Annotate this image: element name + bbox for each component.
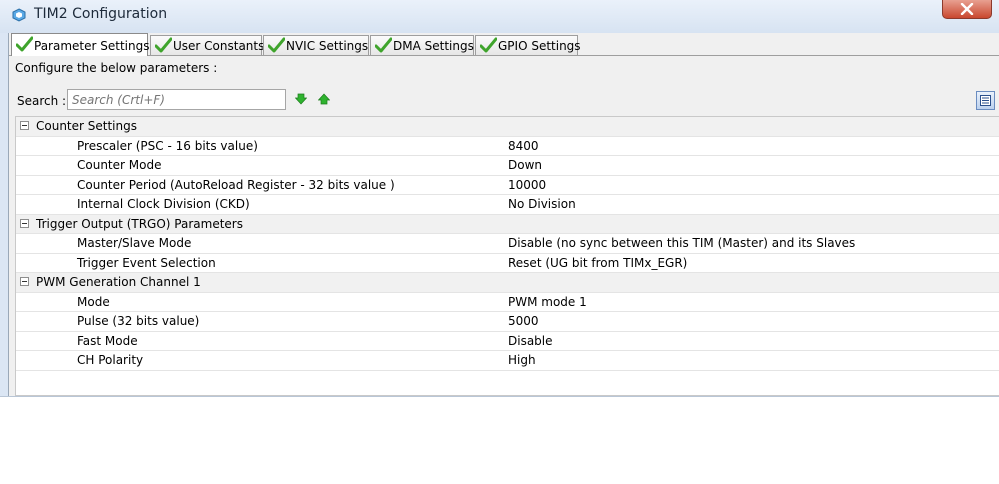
tab-label: GPIO Settings bbox=[498, 39, 581, 53]
tab-user-constants[interactable]: User Constants bbox=[150, 35, 265, 55]
gear-cube-icon bbox=[12, 8, 26, 22]
parameter-name: Counter Period (AutoReload Register - 32… bbox=[77, 177, 395, 192]
parameter-value[interactable]: 10000 bbox=[508, 178, 546, 192]
parameter-name: Fast Mode bbox=[77, 333, 138, 348]
close-button[interactable] bbox=[942, 0, 992, 19]
parameter-name: Pulse (32 bits value) bbox=[77, 314, 200, 328]
group-row[interactable]: Counter Settings bbox=[16, 117, 999, 137]
parameter-row[interactable]: Fast Mode Disable bbox=[16, 332, 999, 351]
tab-label: Parameter Settings bbox=[34, 39, 150, 53]
parameter-row[interactable]: Pulse (32 bits value) 5000 bbox=[16, 312, 999, 332]
parameter-value[interactable]: High bbox=[508, 353, 536, 367]
close-icon bbox=[960, 3, 974, 15]
search-input[interactable] bbox=[67, 89, 286, 110]
parameter-value[interactable]: Disable (no sync between this TIM (Maste… bbox=[508, 236, 855, 250]
parameter-name: Mode bbox=[77, 294, 110, 309]
tab-label: DMA Settings bbox=[393, 39, 474, 53]
parameter-name: Internal Clock Division (CKD) bbox=[77, 197, 250, 211]
parameter-tree: Counter Settings Prescaler (PSC - 16 bits… bbox=[15, 116, 999, 396]
parameter-row[interactable]: Prescaler (PSC - 16 bits value) 8400 bbox=[16, 137, 999, 156]
parameter-value[interactable]: No Division bbox=[508, 197, 576, 211]
group-label: Trigger Output (TRGO) Parameters bbox=[36, 216, 243, 231]
parameter-value[interactable]: Disable bbox=[508, 334, 553, 348]
parameter-value[interactable]: Down bbox=[508, 158, 542, 172]
toggle-view-button[interactable] bbox=[976, 91, 995, 110]
search-label: Search : bbox=[17, 94, 67, 108]
group-row[interactable]: PWM Generation Channel 1 bbox=[16, 273, 999, 293]
parameter-row[interactable]: Counter Period (AutoReload Register - 32… bbox=[16, 176, 999, 195]
tab-dma-settings[interactable]: DMA Settings bbox=[370, 35, 474, 55]
group-row[interactable]: Trigger Output (TRGO) Parameters bbox=[16, 214, 999, 234]
parameter-row[interactable]: Mode PWM mode 1 bbox=[16, 293, 999, 312]
tab-nvic-settings[interactable]: NVIC Settings bbox=[263, 35, 369, 55]
collapse-icon[interactable] bbox=[20, 277, 29, 286]
parameter-name: Trigger Event Selection bbox=[77, 255, 216, 270]
search-next-arrow-icon[interactable] bbox=[295, 93, 307, 105]
checkmark-icon bbox=[375, 37, 392, 53]
parameter-settings-panel: Configure the below parameters : Search … bbox=[9, 56, 999, 396]
tab-label: User Constants bbox=[173, 39, 265, 53]
parameter-name: Master/Slave Mode bbox=[77, 236, 192, 250]
collapse-icon[interactable] bbox=[20, 218, 29, 228]
parameter-name: Counter Mode bbox=[77, 158, 162, 172]
tab-parameter-settings[interactable]: Parameter Settings bbox=[11, 33, 150, 56]
list-view-icon bbox=[980, 95, 991, 106]
parameter-name: Prescaler (PSC - 16 bits value) bbox=[77, 138, 258, 153]
configure-instructions: Configure the below parameters : bbox=[15, 61, 218, 75]
parameter-value[interactable]: 8400 bbox=[508, 139, 539, 153]
tab-gpio-settings[interactable]: GPIO Settings bbox=[475, 35, 581, 55]
parameter-row[interactable]: Internal Clock Division (CKD) No Division bbox=[16, 195, 999, 215]
checkmark-icon bbox=[480, 37, 497, 53]
checkmark-icon bbox=[268, 37, 285, 53]
collapse-icon[interactable] bbox=[20, 121, 29, 130]
parameter-row[interactable]: CH Polarity High bbox=[16, 351, 999, 371]
parameter-row[interactable]: Trigger Event Selection Reset (UG bit fro… bbox=[16, 254, 999, 273]
parameter-row[interactable]: Counter Mode Down bbox=[16, 156, 999, 176]
search-previous-arrow-icon[interactable] bbox=[318, 93, 330, 105]
dialog-content: Parameter Settings User Constants NVIC S… bbox=[8, 33, 999, 396]
checkmark-icon bbox=[155, 37, 172, 53]
tab-label: NVIC Settings bbox=[286, 39, 369, 53]
parameter-name: CH Polarity bbox=[77, 353, 144, 367]
window-title: TIM2 Configuration bbox=[34, 6, 168, 22]
parameter-value[interactable]: 5000 bbox=[508, 314, 539, 328]
tab-bar: Parameter Settings User Constants NVIC S… bbox=[9, 33, 999, 56]
group-label: Counter Settings bbox=[36, 119, 137, 133]
title-bar[interactable]: TIM2 Configuration bbox=[0, 0, 999, 33]
parameter-value[interactable]: Reset (UG bit from TIMx_EGR) bbox=[508, 256, 687, 270]
parameter-value[interactable]: PWM mode 1 bbox=[508, 295, 587, 309]
group-label: PWM Generation Channel 1 bbox=[36, 275, 201, 289]
checkmark-icon bbox=[16, 36, 33, 52]
parameter-row[interactable]: Master/Slave Mode Disable (no sync betwee… bbox=[16, 234, 999, 254]
tim2-configuration-window: TIM2 Configuration Parameter Settings Us… bbox=[0, 0, 999, 397]
